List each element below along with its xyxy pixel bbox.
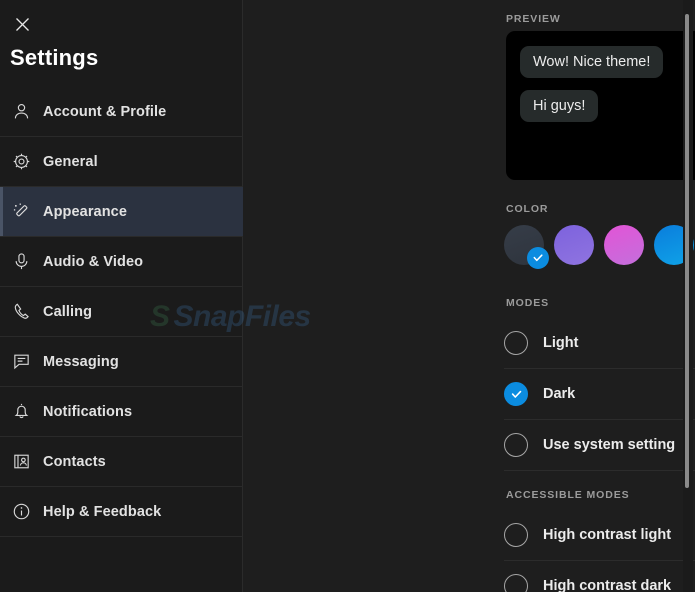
contact-card-icon: [8, 449, 34, 475]
sidebar-item-audio-video[interactable]: Audio & Video: [0, 237, 243, 287]
color-section-label: COLOR: [506, 203, 549, 215]
close-button[interactable]: [6, 8, 38, 40]
mode-option-label: Light: [543, 335, 579, 351]
color-swatch-circle: [604, 225, 644, 265]
check-icon: [527, 247, 549, 269]
sidebar-item-label: Help & Feedback: [43, 503, 162, 520]
radio-unchecked-icon: [504, 523, 528, 547]
sidebar-item-label: Notifications: [43, 403, 133, 420]
preview-message-incoming-1: Wow! Nice theme!: [520, 46, 664, 78]
radio-unchecked-icon: [504, 331, 528, 355]
microphone-icon: [8, 249, 34, 275]
theme-preview: Wow! Nice theme! Hi guys! This is my fav…: [506, 31, 695, 180]
sidebar-item-account-profile[interactable]: Account & Profile: [0, 87, 243, 137]
color-swatch-magenta[interactable]: [604, 225, 644, 265]
close-icon: [15, 17, 30, 32]
scrollbar-thumb[interactable]: [685, 14, 689, 488]
accessible-mode-option-label: High contrast light: [543, 527, 672, 543]
accessible-mode-option-high-contrast-light[interactable]: High contrast light: [504, 510, 695, 561]
sidebar-item-notifications[interactable]: Notifications: [0, 387, 243, 437]
scrollbar-track[interactable]: [683, 0, 693, 592]
sidebar-item-label: Account & Profile: [43, 103, 167, 120]
sidebar-item-label: Messaging: [43, 353, 119, 370]
sidebar-item-contacts[interactable]: Contacts: [0, 437, 243, 487]
radio-checked-icon: [504, 382, 528, 406]
magic-wand-icon: [8, 199, 34, 225]
info-circle-icon: [8, 499, 34, 525]
sidebar-nav: Account & Profile General Appearance Aud…: [0, 87, 243, 537]
radio-unchecked-icon: [504, 433, 528, 457]
sidebar-item-label: Audio & Video: [43, 253, 144, 270]
sidebar-item-calling[interactable]: Calling: [0, 287, 243, 337]
mode-option-label: Dark: [543, 386, 576, 402]
accessible-modes-section-label: ACCESSIBLE MODES: [506, 489, 630, 501]
sidebar-item-label: General: [43, 153, 98, 170]
color-swatch-circle: [554, 225, 594, 265]
modes-section-label: MODES: [506, 297, 550, 309]
gear-icon: [8, 149, 34, 175]
appearance-settings-panel: PREVIEW Wow! Nice theme! Hi guys! This i…: [243, 0, 695, 592]
mode-option-light[interactable]: Light: [504, 318, 695, 369]
mode-option-label: Use system setting: [543, 437, 676, 453]
sidebar-item-appearance[interactable]: Appearance: [0, 187, 243, 237]
sidebar-item-label: Appearance: [43, 203, 128, 220]
settings-window: Settings Account & Profile General Appea…: [0, 0, 695, 592]
settings-sidebar: Settings Account & Profile General Appea…: [0, 0, 243, 592]
mode-option-use-system-setting[interactable]: Use system setting: [504, 420, 695, 471]
sidebar-item-general[interactable]: General: [0, 137, 243, 187]
mode-option-dark[interactable]: Dark: [504, 369, 695, 420]
color-swatch-list: [504, 225, 695, 269]
preview-message-incoming-2: Hi guys!: [520, 90, 599, 122]
sidebar-item-label: Calling: [43, 303, 93, 320]
accessible-mode-option-label: High contrast dark: [543, 578, 672, 592]
sidebar-item-label: Contacts: [43, 453, 106, 470]
chat-bubble-icon: [8, 349, 34, 375]
preview-section-label: PREVIEW: [506, 13, 561, 25]
color-swatch-slate[interactable]: [504, 225, 549, 269]
accessible-mode-option-high-contrast-dark[interactable]: High contrast dark: [504, 561, 695, 592]
sidebar-item-messaging[interactable]: Messaging: [0, 337, 243, 387]
page-title: Settings: [10, 45, 99, 70]
bell-icon: [8, 399, 34, 425]
person-icon: [8, 99, 34, 125]
radio-unchecked-icon: [504, 574, 528, 592]
sidebar-item-help-feedback[interactable]: Help & Feedback: [0, 487, 243, 537]
color-swatch-purple[interactable]: [554, 225, 594, 265]
phone-icon: [8, 299, 34, 325]
